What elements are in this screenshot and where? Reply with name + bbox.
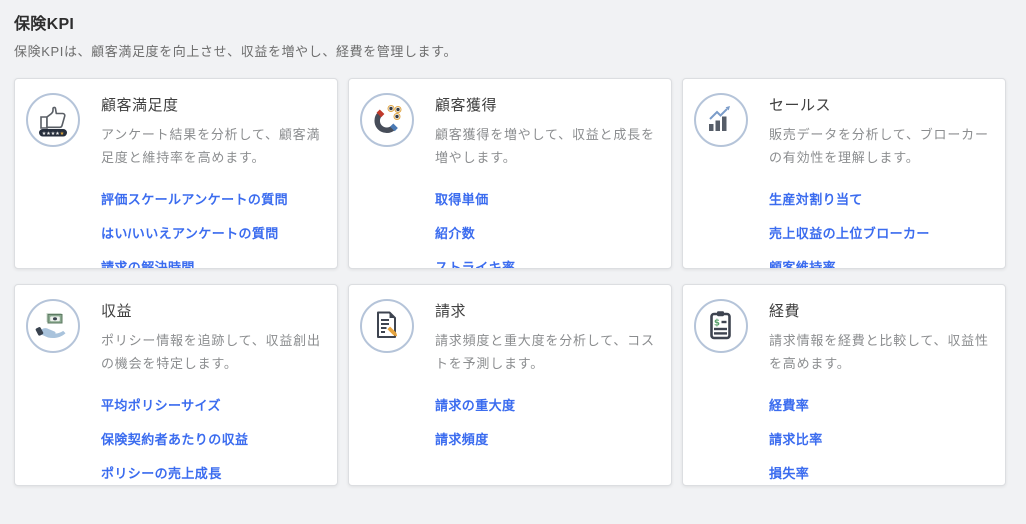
magnet-customers-icon <box>360 93 414 147</box>
card-title: 請求 <box>435 300 657 321</box>
card-title: セールス <box>769 94 991 115</box>
kpi-link[interactable]: 請求比率 <box>769 429 823 448</box>
kpi-link[interactable]: 取得単価 <box>435 189 489 208</box>
card-customer-satisfaction: ★★★★★ 顧客満足度 アンケート結果を分析して、顧客満足度と維持率を高めます。… <box>14 78 338 269</box>
kpi-link-list: 取得単価紹介数ストライキ率新規ビジネス <box>435 189 657 270</box>
kpi-link-list: 請求の重大度請求頻度 <box>435 395 657 448</box>
kpi-link[interactable]: はい/いいえアンケートの質問 <box>101 223 279 242</box>
svg-text:$: $ <box>714 319 720 329</box>
page-subtitle: 保険KPIは、顧客満足度を向上させ、収益を増やし、経費を管理します。 <box>14 41 1006 60</box>
card-description: アンケート結果を分析して、顧客満足度と維持率を高めます。 <box>101 124 323 170</box>
insurance-kpi-page: 保険KPI 保険KPIは、顧客満足度を向上させ、収益を増やし、経費を管理します。… <box>0 0 1026 486</box>
card-sales: セールス 販売データを分析して、ブローカーの有効性を理解します。 生産対割り当て… <box>682 78 1006 269</box>
kpi-link[interactable]: 平均ポリシーサイズ <box>101 395 221 414</box>
kpi-link[interactable]: 請求の解決時間 <box>101 257 195 270</box>
card-description: 請求情報を経費と比較して、収益性を高めます。 <box>769 330 991 376</box>
kpi-link[interactable]: 請求の重大度 <box>435 395 515 414</box>
kpi-link[interactable]: 生産対割り当て <box>769 189 863 208</box>
kpi-link[interactable]: 損失率 <box>769 463 809 482</box>
card-title: 顧客満足度 <box>101 94 323 115</box>
hand-money-icon <box>26 299 80 353</box>
kpi-link[interactable]: 顧客維持率 <box>769 257 836 270</box>
thumbs-up-rating-icon: ★★★★★ <box>26 93 80 147</box>
card-title: 収益 <box>101 300 323 321</box>
card-description: 顧客獲得を増やして、収益と成長を増やします。 <box>435 124 657 170</box>
kpi-link[interactable]: 経費率 <box>769 395 809 414</box>
card-description: 販売データを分析して、ブローカーの有効性を理解します。 <box>769 124 991 170</box>
card-description: ポリシー情報を追跡して、収益創出の機会を特定します。 <box>101 330 323 376</box>
kpi-link[interactable]: ポリシーの売上成長 <box>101 463 222 482</box>
bar-chart-growth-icon <box>694 93 748 147</box>
kpi-link[interactable]: 請求頻度 <box>435 429 489 448</box>
kpi-link[interactable]: 売上収益の上位ブローカー <box>769 223 930 242</box>
kpi-link[interactable]: 紹介数 <box>435 223 475 242</box>
page-title: 保険KPI <box>14 10 1006 34</box>
kpi-link-list: 平均ポリシーサイズ保険契約者あたりの収益ポリシーの売上成長余剰利益 <box>101 395 323 487</box>
kpi-link[interactable]: 保険契約者あたりの収益 <box>101 429 248 448</box>
kpi-card-grid: ★★★★★ 顧客満足度 アンケート結果を分析して、顧客満足度と維持率を高めます。… <box>14 78 1006 486</box>
kpi-link-list: 評価スケールアンケートの質問はい/いいえアンケートの質問請求の解決時間引受速度 <box>101 189 323 270</box>
card-title: 経費 <box>769 300 991 321</box>
card-title: 顧客獲得 <box>435 94 657 115</box>
kpi-link[interactable]: 評価スケールアンケートの質問 <box>101 189 288 208</box>
card-expenses: $ 経費 請求情報を経費と比較して、収益性を高めます。 経費率請求比率損失率 <box>682 284 1006 486</box>
expense-clipboard-icon: $ <box>694 299 748 353</box>
card-revenue: 収益 ポリシー情報を追跡して、収益創出の機会を特定します。 平均ポリシーサイズ保… <box>14 284 338 486</box>
svg-text:★★★★★: ★★★★★ <box>42 131 65 137</box>
kpi-link[interactable]: ストライキ率 <box>435 257 515 270</box>
kpi-link-list: 生産対割り当て売上収益の上位ブローカー顧客維持率 <box>769 189 991 270</box>
kpi-link-list: 経費率請求比率損失率 <box>769 395 991 482</box>
claim-document-pencil-icon <box>360 299 414 353</box>
card-customer-acquisition: 顧客獲得 顧客獲得を増やして、収益と成長を増やします。 取得単価紹介数ストライキ… <box>348 78 672 269</box>
card-description: 請求頻度と重大度を分析して、コストを予測します。 <box>435 330 657 376</box>
card-claims: 請求 請求頻度と重大度を分析して、コストを予測します。 請求の重大度請求頻度 <box>348 284 672 486</box>
